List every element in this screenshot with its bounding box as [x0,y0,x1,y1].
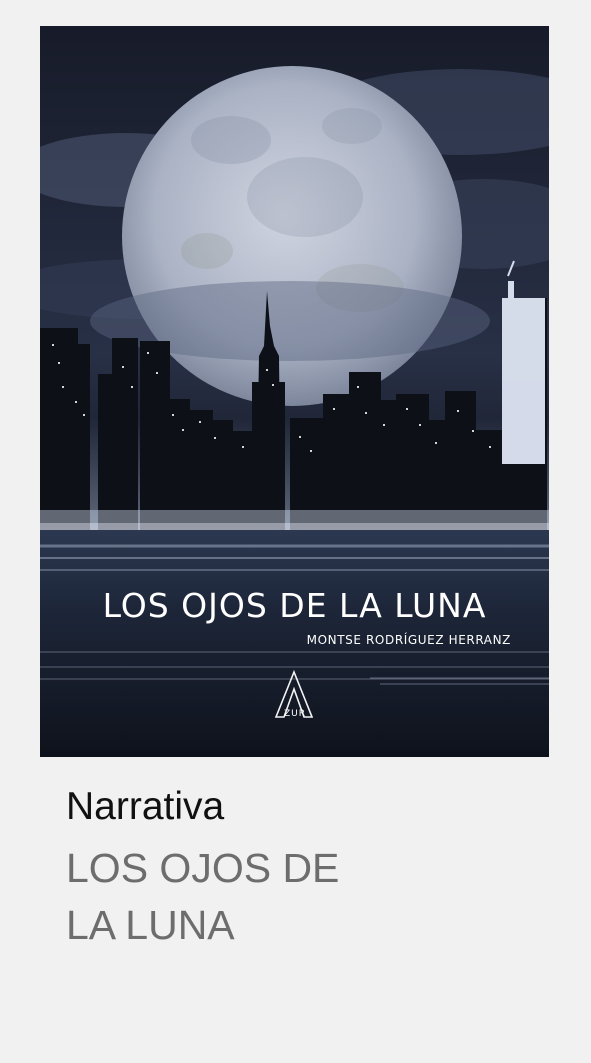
book-title-line-1: LOS OJOS DE [66,845,340,891]
book-cover-image[interactable]: LOS OJOS DE LA LUNA MONTSE RODRÍGUEZ HER… [40,26,549,757]
publisher-name: ZUR [283,709,306,719]
book-title[interactable]: LOS OJOS DE LA LUNA [66,840,426,954]
book-category: Narrativa [66,785,225,828]
cover-author: MONTSE RODRÍGUEZ HERRANZ [306,633,511,647]
book-card[interactable]: LOS OJOS DE LA LUNA MONTSE RODRÍGUEZ HER… [0,0,591,1063]
cover-illustration [40,26,549,757]
book-title-line-2: LA LUNA [66,902,235,948]
cover-title: LOS OJOS DE LA LUNA [102,586,487,625]
